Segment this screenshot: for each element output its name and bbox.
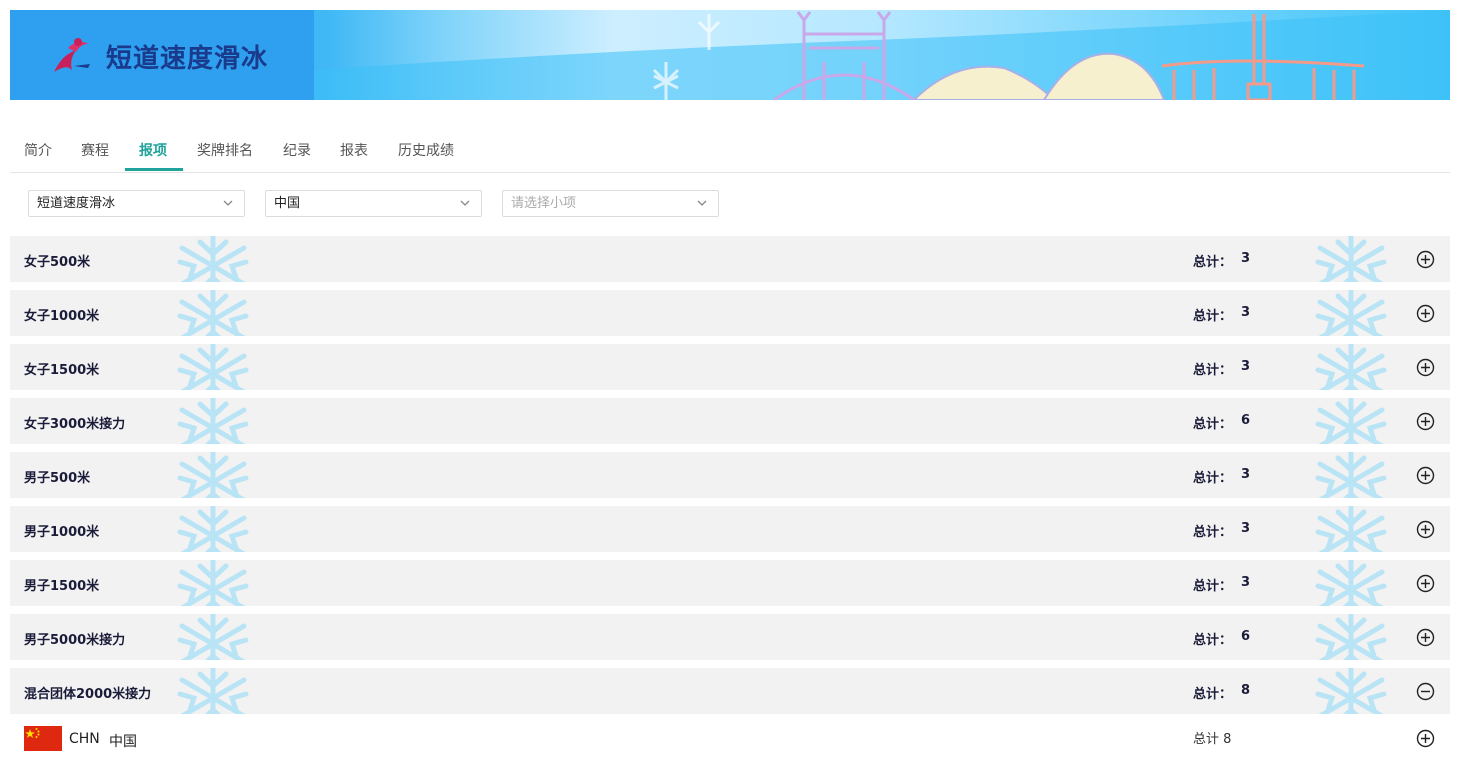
tab-history[interactable]: 历史成绩 xyxy=(398,140,454,160)
country-select[interactable]: 中国 xyxy=(265,190,482,217)
tab-medal-ranking[interactable]: 奖牌排名 xyxy=(197,140,253,160)
snowflake-decoration-icon xyxy=(172,614,254,660)
event-row[interactable]: 男子5000米接力 总计： 6 xyxy=(10,614,1450,660)
plus-circle-icon[interactable] xyxy=(1416,520,1435,539)
country-code: CHN xyxy=(69,731,100,747)
sport-select-value: 短道速度滑冰 xyxy=(37,196,116,211)
snowflake-decoration-icon xyxy=(172,290,254,336)
event-total-value: 3 xyxy=(1241,359,1251,374)
event-total-value: 3 xyxy=(1241,251,1251,266)
minus-circle-icon[interactable] xyxy=(1416,682,1435,701)
banner-title-area: 短道速度滑冰 xyxy=(10,10,314,100)
plus-circle-icon[interactable] xyxy=(1416,412,1435,431)
event-select[interactable]: 请选择小项 xyxy=(502,190,719,217)
country-total: 总计 8 xyxy=(1193,732,1232,747)
snowflake-decoration-icon xyxy=(1298,290,1406,336)
event-total-value: 8 xyxy=(1241,683,1251,698)
sport-select[interactable]: 短道速度滑冰 xyxy=(28,190,245,217)
plus-circle-icon[interactable] xyxy=(1416,729,1435,748)
snowflake-decoration-icon xyxy=(1298,398,1406,444)
event-total-value: 6 xyxy=(1241,413,1251,428)
snowflake-decoration-icon xyxy=(172,452,254,498)
event-row[interactable]: 女子1500米 总计： 3 xyxy=(10,344,1450,390)
event-name: 女子500米 xyxy=(24,255,91,270)
event-total-value: 3 xyxy=(1241,575,1251,590)
snowflake-decoration-icon xyxy=(1298,236,1406,282)
chevron-down-icon xyxy=(460,200,470,206)
tab-schedule[interactable]: 赛程 xyxy=(81,140,109,160)
event-total-label: 总计： xyxy=(1193,417,1233,432)
city-skyline-illustration xyxy=(314,10,1450,100)
tab-intro[interactable]: 简介 xyxy=(24,140,52,160)
event-select-placeholder: 请选择小项 xyxy=(511,196,577,211)
plus-circle-icon[interactable] xyxy=(1416,304,1435,323)
event-row[interactable]: 女子1000米 总计： 3 xyxy=(10,290,1450,336)
event-row[interactable]: 男子500米 总计： 3 xyxy=(10,452,1450,498)
event-total-label: 总计： xyxy=(1193,471,1233,486)
event-name: 女子1500米 xyxy=(24,363,100,378)
event-row[interactable]: 男子1000米 总计： 3 xyxy=(10,506,1450,552)
active-tab-indicator xyxy=(125,168,183,171)
chevron-down-icon xyxy=(223,200,233,206)
event-name: 男子1000米 xyxy=(24,525,100,540)
chevron-down-icon xyxy=(697,200,707,206)
china-flag-icon xyxy=(24,726,62,751)
section-tabs: 简介 赛程 报项 奖牌排名 纪录 报表 历史成绩 xyxy=(10,128,1450,173)
snowflake-decoration-icon xyxy=(1298,452,1406,498)
plus-circle-icon[interactable] xyxy=(1416,466,1435,485)
snowflake-decoration-icon xyxy=(1298,560,1406,606)
page-title: 短道速度滑冰 xyxy=(106,44,269,74)
snowflake-decoration-icon xyxy=(1298,668,1406,714)
snowflake-decoration-icon xyxy=(172,506,254,552)
header-banner: 短道速度滑冰 xyxy=(10,10,1450,100)
tab-entries[interactable]: 报项 xyxy=(139,140,167,160)
plus-circle-icon[interactable] xyxy=(1416,574,1435,593)
event-total-label: 总计： xyxy=(1193,255,1233,270)
event-total-label: 总计： xyxy=(1193,687,1233,702)
event-total-label: 总计： xyxy=(1193,633,1233,648)
event-total-value: 6 xyxy=(1241,629,1251,644)
event-total-label: 总计： xyxy=(1193,309,1233,324)
snowflake-decoration-icon xyxy=(172,344,254,390)
snowflake-decoration-icon xyxy=(172,560,254,606)
event-name: 男子5000米接力 xyxy=(24,633,126,648)
country-row[interactable]: CHN 中国 总计 8 xyxy=(10,716,1450,760)
country-name: 中国 xyxy=(109,734,137,750)
event-total-value: 3 xyxy=(1241,467,1251,482)
snowflake-decoration-icon xyxy=(172,236,254,282)
event-total-value: 3 xyxy=(1241,521,1251,536)
event-total-label: 总计： xyxy=(1193,579,1233,594)
plus-circle-icon[interactable] xyxy=(1416,250,1435,269)
snowflake-decoration-icon xyxy=(1298,614,1406,660)
snowflake-decoration-icon xyxy=(1298,344,1406,390)
event-name: 男子500米 xyxy=(24,471,91,486)
tab-reports[interactable]: 报表 xyxy=(340,140,368,160)
snowflake-decoration-icon xyxy=(1298,506,1406,552)
event-row-expanded[interactable]: 混合团体2000米接力 总计： 8 xyxy=(10,668,1450,714)
event-name: 男子1500米 xyxy=(24,579,100,594)
country-select-value: 中国 xyxy=(274,196,301,211)
event-name: 女子1000米 xyxy=(24,309,100,324)
event-total-value: 3 xyxy=(1241,305,1251,320)
snowflake-decoration-icon xyxy=(172,668,254,714)
event-name: 女子3000米接力 xyxy=(24,417,126,432)
tab-records[interactable]: 纪录 xyxy=(283,140,311,160)
event-total-label: 总计： xyxy=(1193,363,1233,378)
event-row[interactable]: 女子500米 总计： 3 xyxy=(10,236,1450,282)
plus-circle-icon[interactable] xyxy=(1416,628,1435,647)
event-row[interactable]: 男子1500米 总计： 3 xyxy=(10,560,1450,606)
plus-circle-icon[interactable] xyxy=(1416,358,1435,377)
event-name: 混合团体2000米接力 xyxy=(24,687,152,702)
event-row[interactable]: 女子3000米接力 总计： 6 xyxy=(10,398,1450,444)
event-total-label: 总计： xyxy=(1193,525,1233,540)
snowflake-decoration-icon xyxy=(172,398,254,444)
short-track-logo-icon xyxy=(54,38,90,72)
